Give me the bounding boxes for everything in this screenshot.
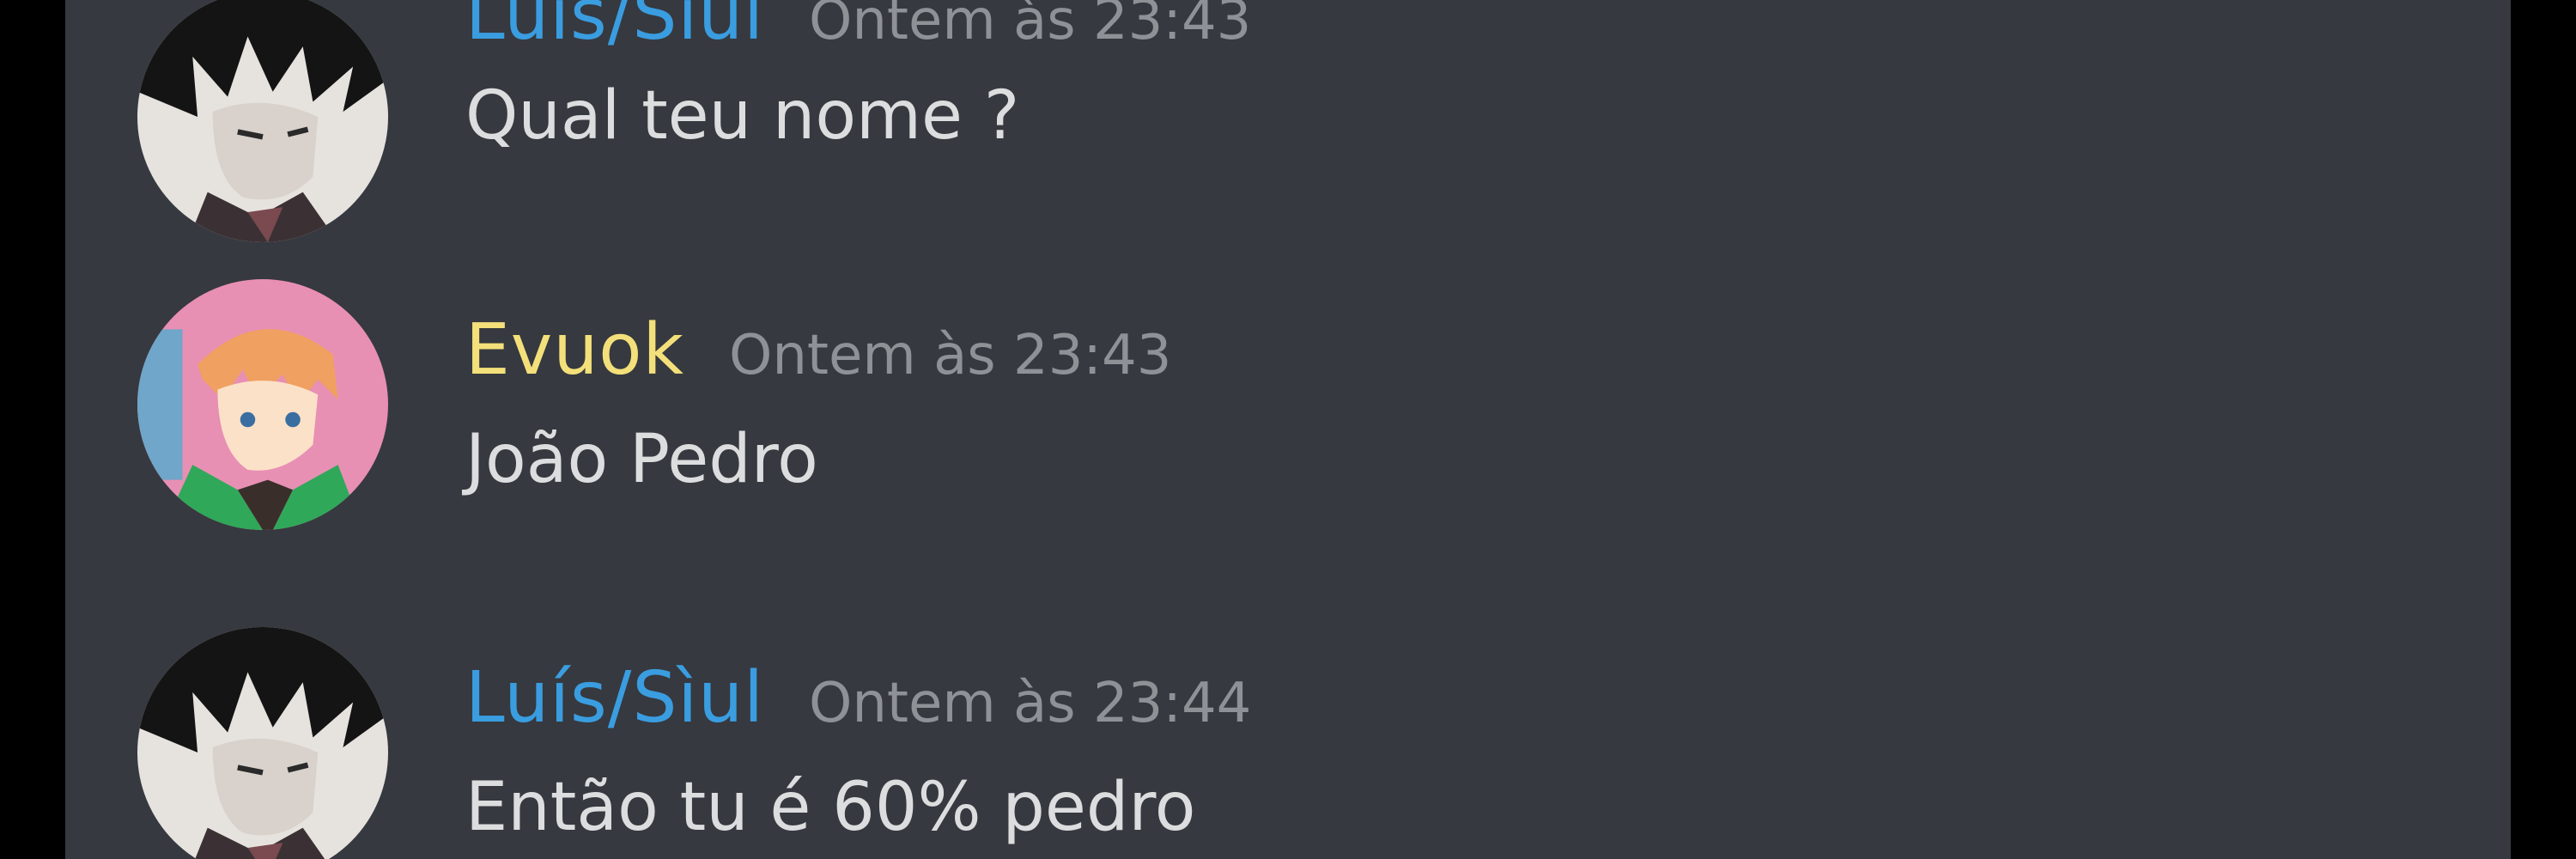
timestamp: Ontem às 23:43 [728,324,1172,387]
avatar[interactable] [137,279,388,530]
app-frame: Luís/Sìul Ontem às 23:43 Qual teu nome ? [0,0,2576,859]
message-header: Evuok Ontem às 23:43 [465,309,1171,404]
username[interactable]: Luís/Sìul [465,0,764,56]
message-header: Luís/Sìul Ontem às 23:44 [465,657,1251,752]
dark-haired-anime-avatar-icon [137,0,388,242]
timestamp: Ontem às 23:43 [808,0,1252,52]
username[interactable]: Evuok [465,309,684,391]
message-text: João Pedro [465,421,818,498]
timestamp: Ontem às 23:44 [808,672,1252,735]
message-text: Então tu é 60% pedro [465,769,1196,846]
message-item[interactable]: Evuok Ontem às 23:43 João Pedro [65,271,2511,545]
message-item[interactable]: Luís/Sìul Ontem às 23:44 Então tu é 60% p… [65,618,2511,859]
chat-message-list[interactable]: Luís/Sìul Ontem às 23:43 Qual teu nome ? [65,0,2511,859]
message-header: Luís/Sìul Ontem às 23:43 [465,0,1251,69]
avatar[interactable] [137,627,388,859]
orange-haired-anime-avatar-icon [137,279,388,530]
dark-haired-anime-avatar-icon [137,627,388,859]
username[interactable]: Luís/Sìul [465,657,764,739]
message-text: Qual teu nome ? [465,77,1020,155]
message-item[interactable]: Luís/Sìul Ontem às 23:43 Qual teu nome ? [65,0,2511,242]
avatar[interactable] [137,0,388,242]
